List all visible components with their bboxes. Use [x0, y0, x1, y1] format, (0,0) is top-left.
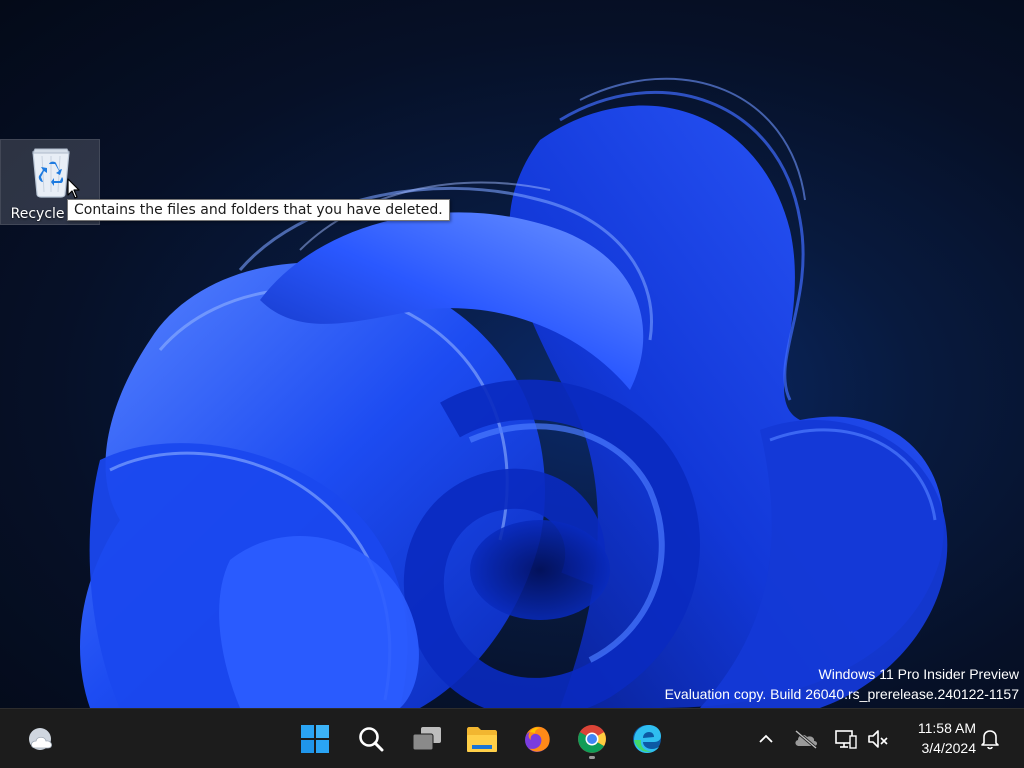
clock-date: 3/4/2024	[921, 740, 977, 756]
mouse-cursor-icon	[67, 178, 80, 199]
onedrive-tray-button[interactable]	[792, 725, 820, 753]
start-button[interactable]	[293, 717, 337, 761]
volume-muted-icon	[868, 730, 888, 748]
search-icon	[359, 727, 384, 752]
firefox-button[interactable]	[515, 717, 559, 761]
volume-tray-button[interactable]	[864, 725, 892, 753]
task-view-icon	[412, 727, 441, 751]
show-hidden-icons-button[interactable]	[752, 725, 780, 753]
recycle-bin-tooltip: Contains the files and folders that you …	[67, 199, 450, 221]
chevron-up-icon	[759, 734, 773, 743]
search-button[interactable]	[349, 717, 393, 761]
firefox-icon	[525, 726, 550, 752]
watermark-line-1: Windows 11 Pro Insider Preview	[818, 666, 1019, 682]
chrome-icon	[578, 725, 606, 753]
taskbar-clock[interactable]: 11:58 AM 3/4/2024	[900, 718, 976, 758]
desktop[interactable]: Recycle Bin Contains the files and folde…	[0, 0, 1024, 708]
chrome-button[interactable]	[570, 717, 614, 761]
file-explorer-button[interactable]	[460, 717, 504, 761]
bell-icon	[981, 730, 999, 750]
network-icon	[835, 730, 857, 749]
edge-button[interactable]	[625, 717, 669, 761]
wallpaper-bloom	[80, 77, 948, 708]
network-tray-button[interactable]	[832, 725, 860, 753]
folder-icon	[467, 727, 497, 752]
task-view-button[interactable]	[405, 717, 449, 761]
evaluation-watermark: Windows 11 Pro Insider Preview Evaluatio…	[665, 664, 1019, 704]
edge-icon	[633, 725, 661, 753]
cloud-offline-icon	[795, 729, 817, 749]
widgets-button[interactable]	[20, 717, 64, 761]
taskbar: 11:58 AM 3/4/2024	[0, 708, 1024, 768]
weather-cloud-icon	[29, 728, 52, 750]
running-indicator	[589, 756, 595, 759]
notifications-button[interactable]	[976, 725, 1004, 753]
watermark-line-2: Evaluation copy. Build 26040.rs_prerelea…	[664, 686, 1019, 702]
windows-logo-icon	[301, 725, 329, 753]
clock-time: 11:58 AM	[917, 720, 976, 736]
